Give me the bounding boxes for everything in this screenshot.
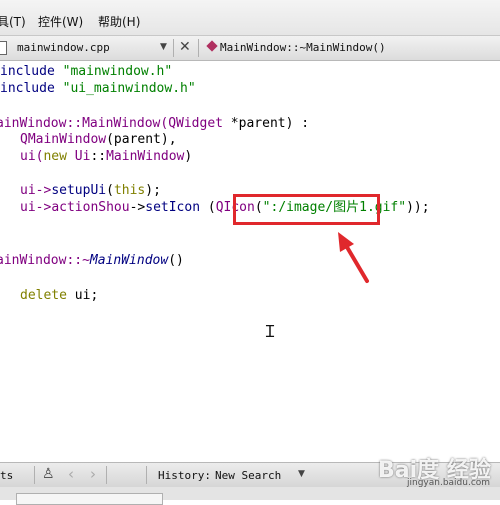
code-line-3: ainWindow::MainWindow(QWidget *parent) :: [0, 116, 310, 131]
code-line-6: ui->setupUi(this);: [20, 183, 161, 198]
toolbar-separator: [106, 466, 107, 484]
bottom-field[interactable]: [16, 493, 163, 505]
toolbar-separator: [146, 466, 147, 484]
text-cursor-icon: Ｉ: [262, 322, 279, 341]
watermark-url: jingyan.baidu.com: [407, 478, 491, 488]
forward-arrow-icon[interactable]: ›: [90, 465, 96, 483]
bottom-left-label: ts: [0, 469, 14, 482]
history-select[interactable]: New Search: [215, 469, 281, 482]
annotation-arrow: [338, 232, 369, 283]
close-icon[interactable]: ✕: [179, 39, 191, 55]
code-line-9: delete ui;: [20, 288, 99, 303]
code-line-4: QMainWindow(parent),: [20, 132, 177, 147]
toolbar-separator: [173, 39, 174, 57]
menu-help[interactable]: 帮助(H): [98, 13, 140, 30]
back-arrow-icon[interactable]: ‹: [68, 465, 74, 483]
code-line-8: ainWindow::~MainWindow(): [0, 253, 184, 268]
history-dropdown-icon[interactable]: ▼: [298, 469, 305, 479]
file-dropdown-icon[interactable]: ▼: [160, 42, 167, 52]
toolbar-separator: [34, 466, 35, 484]
toolbar-separator: [198, 39, 199, 57]
menu-tools[interactable]: 具(T): [0, 13, 26, 30]
code-line-1: include "mainwindow.h": [0, 64, 173, 79]
menu-widgets[interactable]: 控件(W): [38, 13, 83, 30]
menu-bar: 具(T) 控件(W) 帮助(H): [0, 0, 500, 36]
function-selector[interactable]: MainWindow::~MainWindow(): [220, 41, 386, 54]
code-line-5: ui(new Ui::MainWindow): [20, 149, 193, 164]
highlight-box: [233, 194, 380, 225]
editor-toolbar: mainwindow.cpp ▼ ✕ MainWindow::~MainWind…: [0, 36, 500, 61]
cpp-file-icon: [0, 41, 7, 55]
file-tab[interactable]: mainwindow.cpp: [17, 41, 110, 54]
broom-icon[interactable]: ♙: [42, 466, 55, 482]
history-label: History:: [158, 469, 211, 482]
code-line-2: include "ui_mainwindow.h": [0, 81, 196, 96]
